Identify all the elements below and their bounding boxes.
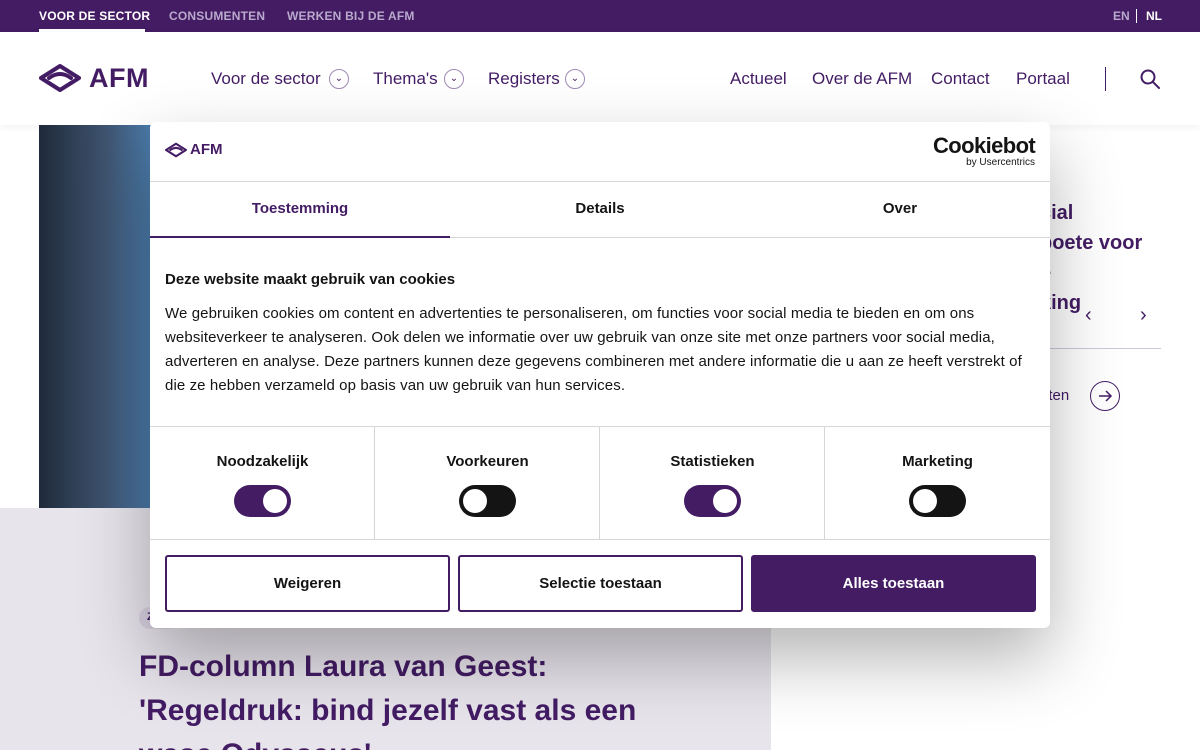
- allow-all-button[interactable]: Alles toestaan: [751, 555, 1036, 612]
- toggle-knob: [463, 489, 487, 513]
- arrow-right-icon[interactable]: [1090, 381, 1120, 411]
- nav-themas[interactable]: Thema's: [373, 69, 438, 89]
- afm-logo-text: AFM: [89, 63, 149, 93]
- news-line: boete voor: [1040, 232, 1143, 254]
- nav-voor-de-sector[interactable]: Voor de sector: [211, 69, 321, 89]
- dialog-header: AFM Cookiebot by Usercentrics: [150, 122, 1050, 182]
- language-en[interactable]: EN: [1113, 9, 1130, 23]
- toggle-knob: [263, 489, 287, 513]
- category-marketing: Marketing: [825, 427, 1050, 540]
- top-utility-bar: VOOR DE SECTOR CONSUMENTEN WERKEN BIJ DE…: [0, 0, 1200, 32]
- arrow-right-glyph: [1099, 390, 1113, 402]
- dialog-body: Deze website maakt gebruik van cookies W…: [165, 270, 1035, 398]
- category-label: Marketing: [902, 453, 973, 470]
- category-noodzakelijk: Noodzakelijk: [150, 427, 375, 540]
- category-label: Voorkeuren: [446, 453, 529, 470]
- tab-details[interactable]: Details: [450, 182, 750, 238]
- nav-over-de-afm[interactable]: Over de AFM: [812, 69, 912, 89]
- cookie-categories: Noodzakelijk Voorkeuren Statistieken Mar…: [150, 426, 1050, 540]
- dialog-logo-text: AFM: [190, 141, 223, 158]
- toggle-marketing[interactable]: [909, 485, 966, 517]
- afm-eye-icon: [165, 142, 187, 158]
- language-separator: [1136, 9, 1137, 23]
- toggle-voorkeuren[interactable]: [459, 485, 516, 517]
- language-nl[interactable]: NL: [1146, 9, 1162, 23]
- topbar-link-consumenten[interactable]: CONSUMENTEN: [169, 9, 265, 23]
- toggle-knob: [913, 489, 937, 513]
- chevron-down-icon[interactable]: ⌄: [565, 69, 585, 89]
- cookiebot-brand-sub: by Usercentrics: [966, 157, 1035, 168]
- chevron-left-icon[interactable]: ‹: [1085, 304, 1092, 327]
- category-label: Noodzakelijk: [216, 453, 309, 470]
- dialog-tabs: Toestemming Details Over: [150, 182, 1050, 238]
- cookiebot-logo[interactable]: Cookiebot by Usercentrics: [933, 133, 1036, 168]
- chevron-down-icon[interactable]: ⌄: [444, 69, 464, 89]
- topbar-link-voor-de-sector[interactable]: VOOR DE SECTOR: [39, 9, 150, 23]
- toggle-knob: [713, 489, 737, 513]
- afm-eye-icon: [39, 64, 81, 92]
- allow-selection-button[interactable]: Selectie toestaan: [458, 555, 743, 612]
- topbar-link-werken-bij[interactable]: WERKEN BIJ DE AFM: [287, 9, 415, 23]
- main-header: AFM Voor de sector ⌄ Thema's ⌄ Registers…: [0, 32, 1200, 125]
- dialog-afm-logo: AFM: [165, 140, 235, 160]
- tab-toestemming[interactable]: Toestemming: [150, 182, 450, 238]
- nav-registers[interactable]: Registers: [488, 69, 560, 89]
- dialog-description: We gebruiken cookies om content en adver…: [165, 305, 1022, 394]
- nav-portaal[interactable]: Portaal: [1016, 69, 1070, 89]
- afm-logo[interactable]: AFM: [39, 63, 169, 95]
- category-statistieken: Statistieken: [600, 427, 825, 540]
- search-icon[interactable]: [1140, 69, 1160, 89]
- reject-button[interactable]: Weigeren: [165, 555, 450, 612]
- news-divider: [1040, 348, 1161, 349]
- chevron-right-icon[interactable]: ›: [1140, 304, 1147, 327]
- featured-article-headline[interactable]: FD-column Laura van Geest: 'Regeldruk: b…: [139, 645, 699, 750]
- chevron-down-icon[interactable]: ⌄: [329, 69, 349, 89]
- nav-separator: [1105, 67, 1106, 91]
- nav-contact[interactable]: Contact: [931, 69, 990, 89]
- nav-actueel[interactable]: Actueel: [730, 69, 787, 89]
- toggle-statistieken[interactable]: [684, 485, 741, 517]
- news-line: e: [1040, 258, 1160, 288]
- news-slider-text[interactable]: cial boete voor e king: [1040, 198, 1160, 318]
- cookiebot-brand: Cookiebot: [933, 133, 1036, 158]
- category-voorkeuren: Voorkeuren: [375, 427, 600, 540]
- cookie-consent-dialog: AFM Cookiebot by Usercentrics Toestemmin…: [150, 122, 1050, 628]
- news-line: cial: [1040, 202, 1074, 224]
- toggle-noodzakelijk[interactable]: [234, 485, 291, 517]
- tab-over[interactable]: Over: [750, 182, 1050, 238]
- dialog-title: Deze website maakt gebruik van cookies: [165, 271, 456, 288]
- category-label: Statistieken: [670, 453, 755, 470]
